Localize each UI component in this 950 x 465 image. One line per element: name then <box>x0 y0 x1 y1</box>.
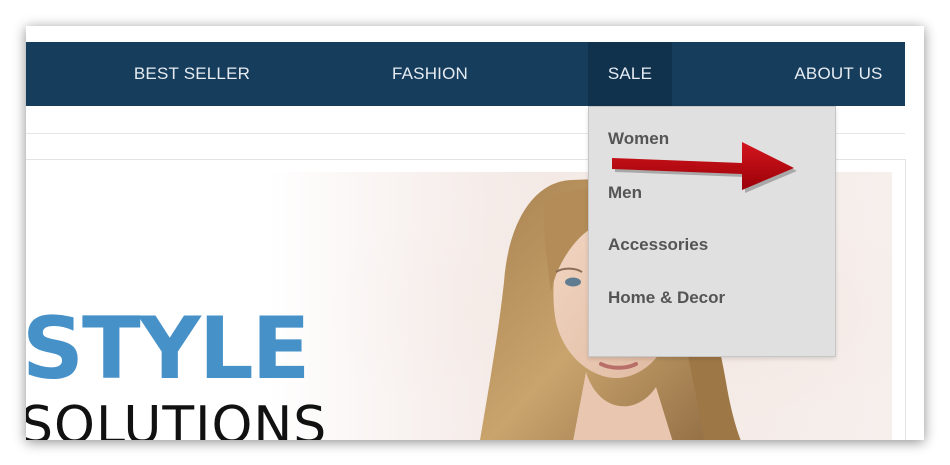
screenshot-frame: BEST SELLER FASHION SALE ABOUT US STYLE … <box>26 26 924 440</box>
hero-subheadline: SOLUTIONS <box>26 396 328 440</box>
main-nav: BEST SELLER FASHION SALE ABOUT US <box>26 42 905 106</box>
dropdown-item-accessories[interactable]: Accessories <box>608 235 708 255</box>
nav-item-fashion[interactable]: FASHION <box>360 42 500 106</box>
nav-item-sale[interactable]: SALE <box>588 42 672 106</box>
dropdown-item-home-decor[interactable]: Home & Decor <box>608 288 725 308</box>
hero-headline: STYLE <box>26 299 310 399</box>
nav-item-about-us[interactable]: ABOUT US <box>772 42 905 106</box>
nav-item-best-seller[interactable]: BEST SELLER <box>112 42 272 106</box>
red-arrow-icon <box>612 142 797 193</box>
